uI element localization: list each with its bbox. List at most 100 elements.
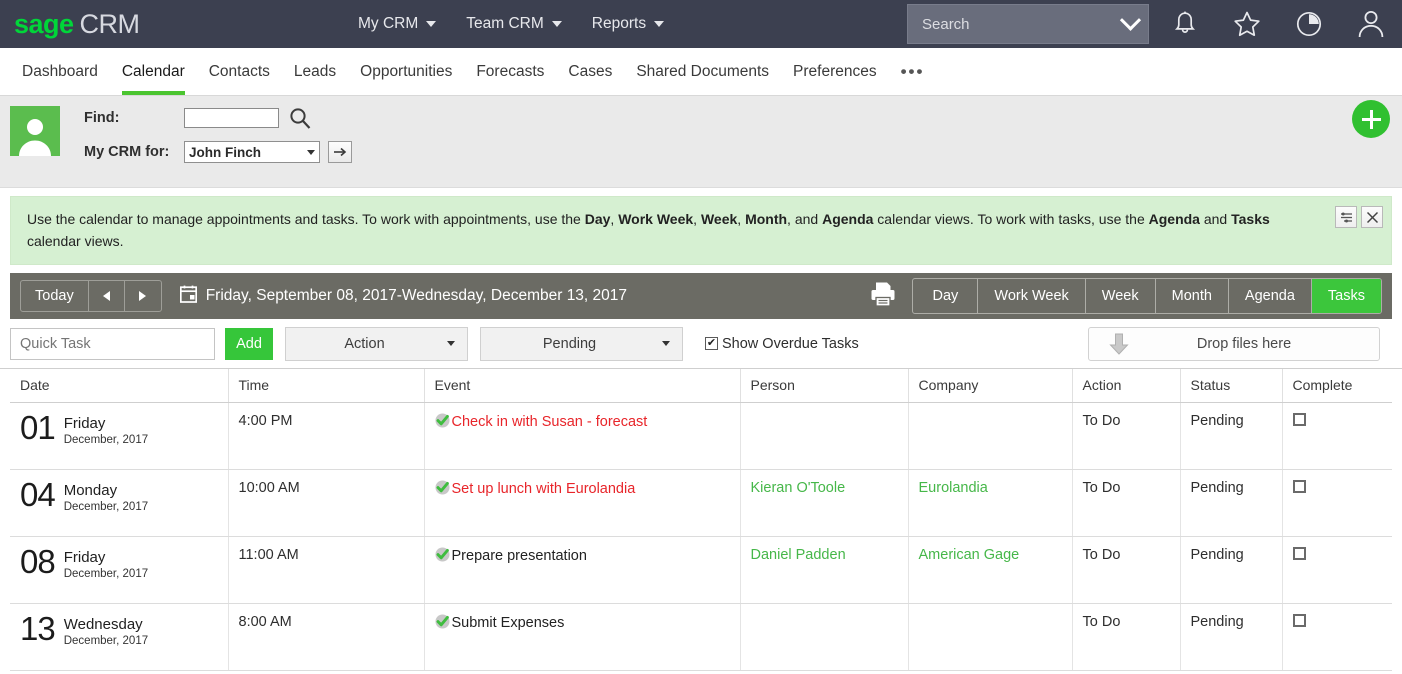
action-filter-value: Action <box>344 335 385 352</box>
cell-date: 13 Wednesday December, 2017 <box>10 603 229 672</box>
top-menu-reports[interactable]: Reports <box>592 15 665 33</box>
chevron-down-icon[interactable] <box>1119 9 1142 31</box>
tab-opportunities[interactable]: Opportunities <box>348 48 464 95</box>
green-check-icon[interactable] <box>435 480 450 499</box>
column-header-status[interactable]: Status <box>1180 369 1283 404</box>
column-header-company[interactable]: Company <box>908 369 1073 404</box>
top-icon-bar <box>1154 0 1402 48</box>
add-new-button[interactable] <box>1352 100 1390 138</box>
view-work-week[interactable]: Work Week <box>978 279 1086 314</box>
view-tasks[interactable]: Tasks <box>1311 279 1381 314</box>
crm-for-go-button[interactable] <box>328 141 352 163</box>
table-row[interactable]: 13 Wednesday December, 2017 8:00 AM Submit E… <box>10 603 1392 672</box>
event-link[interactable]: Submit Expenses <box>452 614 565 632</box>
action-filter-select[interactable]: Action <box>285 326 468 361</box>
complete-checkbox[interactable] <box>1292 480 1306 494</box>
tab-preferences[interactable]: Preferences <box>781 48 889 95</box>
day-number: 01 <box>20 409 56 447</box>
cell-status: Pending <box>1180 536 1283 605</box>
show-overdue-tasks-checkbox[interactable]: ✔ Show Overdue Tasks <box>705 336 859 352</box>
complete-checkbox[interactable] <box>1292 547 1306 561</box>
complete-checkbox[interactable] <box>1292 413 1306 427</box>
view-week-label: Week <box>1101 288 1139 305</box>
cell-event: Set up lunch with Eurolandia <box>424 469 741 538</box>
tab-dashboard[interactable]: Dashboard <box>10 48 110 95</box>
cell-person: Kieran O'Toole <box>740 469 909 538</box>
column-header-event[interactable]: Event <box>424 369 741 404</box>
add-task-button[interactable]: Add <box>225 327 273 360</box>
status-filter-select[interactable]: Pending <box>480 326 683 361</box>
event-link[interactable]: Check in with Susan - forecast <box>452 413 648 431</box>
logo-sage-text: sage <box>14 8 74 39</box>
cell-complete <box>1282 536 1392 605</box>
clock-icon[interactable] <box>1278 0 1340 48</box>
column-header-date[interactable]: Date <box>10 369 229 404</box>
person-link[interactable]: Kieran O'Toole <box>751 480 846 496</box>
task-table-container: Date Time Event Person Company Action St… <box>0 369 1402 672</box>
person-avatar-icon <box>10 106 60 156</box>
cell-company <box>908 402 1073 471</box>
view-day[interactable]: Day <box>913 279 979 314</box>
arrow-right-icon <box>139 291 147 302</box>
green-check-icon[interactable] <box>435 547 450 566</box>
tab-shared-documents[interactable]: Shared Documents <box>624 48 781 95</box>
column-header-person[interactable]: Person <box>740 369 909 404</box>
top-menu-my-crm[interactable]: My CRM <box>358 15 437 33</box>
company-link[interactable]: American Gage <box>919 547 1020 563</box>
printer-icon[interactable] <box>868 280 898 313</box>
app-logo[interactable]: sage CRM <box>14 9 140 40</box>
crm-for-select[interactable]: John Finch <box>184 141 320 163</box>
quick-task-input[interactable] <box>10 327 215 360</box>
calendar-icon <box>179 285 197 308</box>
event-link[interactable]: Set up lunch with Eurolandia <box>452 480 636 498</box>
global-search[interactable]: Search <box>907 4 1149 44</box>
view-week[interactable]: Week <box>1086 279 1156 314</box>
green-check-icon[interactable] <box>435 614 450 633</box>
find-panel: Find: My CRM for: John Finch <box>0 96 1402 188</box>
top-menu: My CRM Team CRM Reports <box>358 0 665 48</box>
close-icon[interactable] <box>1361 206 1383 228</box>
tab-contacts-label: Contacts <box>208 62 270 80</box>
cell-action: To Do <box>1072 402 1181 471</box>
column-header-action[interactable]: Action <box>1072 369 1181 404</box>
view-month-label: Month <box>1171 288 1212 305</box>
table-row[interactable]: 01 Friday December, 2017 4:00 PM Check in wi… <box>10 402 1392 471</box>
find-input[interactable] <box>184 108 279 128</box>
tab-forecasts[interactable]: Forecasts <box>464 48 556 95</box>
cell-time: 11:00 AM <box>228 536 425 605</box>
company-link[interactable]: Eurolandia <box>919 480 988 496</box>
more-tabs-button[interactable]: ••• <box>889 48 937 95</box>
today-button[interactable]: Today <box>21 281 89 312</box>
more-tabs-label: ••• <box>900 61 925 81</box>
view-month[interactable]: Month <box>1156 279 1229 314</box>
add-task-label: Add <box>236 335 262 352</box>
user-icon[interactable] <box>1340 0 1402 48</box>
day-month-year: December, 2017 <box>63 500 149 513</box>
top-menu-team-crm[interactable]: Team CRM <box>466 15 562 33</box>
day-month-year: December, 2017 <box>63 433 149 446</box>
banner-options-icon[interactable] <box>1335 206 1357 228</box>
tab-calendar[interactable]: Calendar <box>110 48 197 95</box>
person-link[interactable]: Daniel Padden <box>751 547 846 563</box>
bell-icon[interactable] <box>1154 0 1216 48</box>
complete-checkbox[interactable] <box>1292 614 1306 628</box>
table-row[interactable]: 04 Monday December, 2017 10:00 AM Set up lun… <box>10 469 1392 538</box>
table-row[interactable]: 08 Friday December, 2017 11:00 AM Prepare pr… <box>10 536 1392 605</box>
tab-contacts[interactable]: Contacts <box>197 48 282 95</box>
star-icon[interactable] <box>1216 0 1278 48</box>
column-header-time[interactable]: Time <box>228 369 425 404</box>
task-filter-bar: Add Action Pending ✔ Show Overdue Tasks … <box>0 319 1402 370</box>
find-row: Find: <box>84 107 311 129</box>
column-header-complete[interactable]: Complete <box>1282 369 1392 404</box>
magnifier-icon[interactable] <box>289 107 311 129</box>
tab-leads[interactable]: Leads <box>282 48 348 95</box>
view-agenda[interactable]: Agenda <box>1229 279 1312 314</box>
event-link[interactable]: Prepare presentation <box>452 547 587 565</box>
green-check-icon[interactable] <box>435 413 450 432</box>
arrow-left-icon <box>102 291 110 302</box>
next-period-button[interactable] <box>125 281 161 311</box>
prev-period-button[interactable] <box>89 281 125 312</box>
tab-cases[interactable]: Cases <box>556 48 624 95</box>
file-dropzone[interactable]: Drop files here <box>1088 327 1380 362</box>
search-input[interactable]: Search <box>922 16 1123 33</box>
